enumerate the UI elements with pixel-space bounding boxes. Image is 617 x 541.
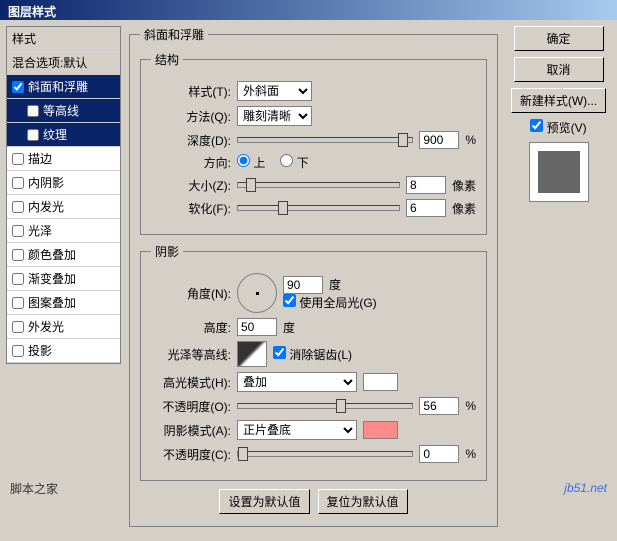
style-checkbox[interactable] [12,249,24,261]
depth-label: 深度(D): [151,132,231,149]
soften-label: 软化(F): [151,200,231,217]
shadow-opacity-input[interactable] [419,445,459,463]
styles-panel: 样式 混合选项:默认 斜面和浮雕等高线纹理描边内阴影内发光光泽颜色叠加渐变叠加图… [6,26,121,535]
style-checkbox[interactable] [12,297,24,309]
style-label: 渐变叠加 [28,270,76,287]
style-label: 斜面和浮雕 [28,78,88,95]
direction-label: 方向: [151,154,231,171]
angle-widget[interactable] [237,273,277,313]
style-item-9[interactable]: 图案叠加 [7,291,120,315]
style-label: 纹理 [43,126,67,143]
style-label: 外发光 [28,318,64,335]
bevel-section: 斜面和浮雕 结构 样式(T): 外斜面 方法(Q): 雕刻清晰 深度(D): % [129,26,498,527]
highlight-mode-label: 高光模式(H): [151,374,231,391]
shadow-mode-select[interactable]: 正片叠底 [237,420,357,440]
gloss-label: 光泽等高线: [151,346,231,363]
style-item-10[interactable]: 外发光 [7,315,120,339]
size-input[interactable] [406,176,446,194]
style-label: 光泽 [28,222,52,239]
highlight-mode-select[interactable]: 叠加 [237,372,357,392]
reset-default-button[interactable]: 复位为默认值 [318,489,408,514]
style-item-11[interactable]: 投影 [7,339,120,363]
style-checkbox[interactable] [12,153,24,165]
highlight-opacity-input[interactable] [419,397,459,415]
size-label: 大小(Z): [151,177,231,194]
style-checkbox[interactable] [12,225,24,237]
shadow-mode-label: 阴影模式(A): [151,422,231,439]
soften-slider[interactable] [237,205,400,211]
style-label: 描边 [28,150,52,167]
method-label: 方法(Q): [151,108,231,125]
style-label: 颜色叠加 [28,246,76,263]
style-checkbox[interactable] [12,321,24,333]
new-style-button[interactable]: 新建样式(W)... [511,88,606,113]
highlight-opacity-label: 不透明度(O): [151,398,231,415]
style-checkbox[interactable] [27,129,39,141]
shadow-color[interactable] [363,421,398,439]
style-item-0[interactable]: 斜面和浮雕 [7,75,120,99]
style-checkbox[interactable] [27,105,39,117]
style-label: 投影 [28,342,52,359]
style-item-6[interactable]: 光泽 [7,219,120,243]
gloss-contour[interactable] [237,341,267,367]
section-title: 斜面和浮雕 [140,26,208,43]
shading-group: 阴影 角度(N): 度 使用全局光(G) 高度: 度 [140,243,487,481]
method-select[interactable]: 雕刻清晰 [237,106,312,126]
style-label: 等高线 [43,102,79,119]
right-panel: 确定 取消 新建样式(W)... 预览(V) [506,26,611,535]
style-checkbox[interactable] [12,273,24,285]
structure-group: 结构 样式(T): 外斜面 方法(Q): 雕刻清晰 深度(D): % 方向: [140,51,487,235]
style-checkbox[interactable] [12,345,24,357]
direction-up[interactable]: 上 [237,154,265,171]
preview-box [529,142,589,202]
size-slider[interactable] [237,182,400,188]
watermark: jb51.net [564,481,607,495]
angle-label: 角度(N): [151,285,231,302]
antialias-checkbox[interactable]: 消除锯齿(L) [273,346,352,363]
blend-options[interactable]: 混合选项:默认 [7,51,120,75]
altitude-input[interactable] [237,318,277,336]
style-item-1[interactable]: 等高线 [7,99,120,123]
highlight-color[interactable] [363,373,398,391]
style-checkbox[interactable] [12,81,24,93]
style-checkbox[interactable] [12,201,24,213]
cancel-button[interactable]: 取消 [514,57,604,82]
depth-input[interactable] [419,131,459,149]
style-select[interactable]: 外斜面 [237,81,312,101]
shadow-opacity-slider[interactable] [237,451,413,457]
style-item-3[interactable]: 描边 [7,147,120,171]
preview-checkbox[interactable]: 预览(V) [530,119,586,136]
make-default-button[interactable]: 设置为默认值 [219,489,309,514]
window-title: 图层样式 [0,0,617,20]
depth-slider[interactable] [237,137,413,143]
style-label: 样式(T): [151,83,231,100]
style-label: 图案叠加 [28,294,76,311]
angle-input[interactable] [283,276,323,294]
style-item-7[interactable]: 颜色叠加 [7,243,120,267]
soften-input[interactable] [406,199,446,217]
highlight-opacity-slider[interactable] [237,403,413,409]
styles-header[interactable]: 样式 [7,27,120,51]
style-item-4[interactable]: 内阴影 [7,171,120,195]
shadow-opacity-label: 不透明度(C): [151,446,231,463]
style-item-2[interactable]: 纹理 [7,123,120,147]
direction-down[interactable]: 下 [280,154,308,171]
footer-text: 脚本之家 [10,480,58,497]
settings-panel: 斜面和浮雕 结构 样式(T): 外斜面 方法(Q): 雕刻清晰 深度(D): % [129,26,498,535]
ok-button[interactable]: 确定 [514,26,604,51]
style-label: 内阴影 [28,174,64,191]
style-item-8[interactable]: 渐变叠加 [7,267,120,291]
global-light-checkbox[interactable]: 使用全局光(G) [283,296,377,310]
style-checkbox[interactable] [12,177,24,189]
style-label: 内发光 [28,198,64,215]
style-item-5[interactable]: 内发光 [7,195,120,219]
altitude-label: 高度: [151,319,231,336]
